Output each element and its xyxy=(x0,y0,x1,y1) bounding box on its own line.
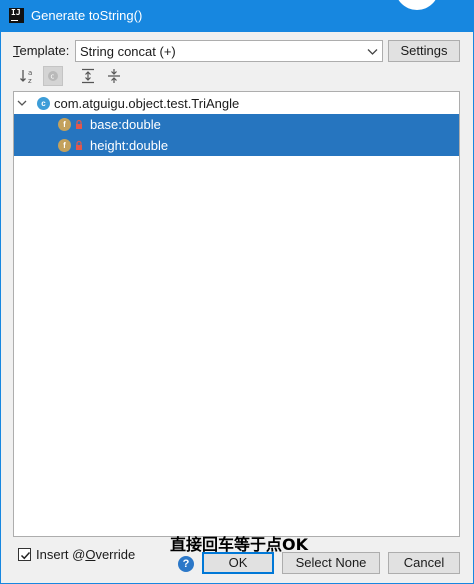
sort-class-icon[interactable]: c xyxy=(43,66,63,86)
field-icon: f xyxy=(58,118,71,131)
lock-icon xyxy=(76,140,82,150)
field-icon: f xyxy=(58,139,71,152)
template-select[interactable]: String concat (+) xyxy=(75,40,383,62)
template-label: Template: xyxy=(13,43,70,58)
svg-text:c: c xyxy=(51,73,55,81)
tree-row-field[interactable]: f height:double xyxy=(14,135,459,156)
lock-icon xyxy=(76,119,82,129)
title-bar[interactable]: IJ Generate toString() xyxy=(0,0,474,32)
svg-text:a: a xyxy=(28,69,32,77)
help-icon[interactable]: ? xyxy=(178,556,194,572)
checkmark-icon xyxy=(20,551,31,560)
field-label: base:double xyxy=(90,117,161,132)
tree-row-field[interactable]: f base:double xyxy=(14,114,459,135)
settings-button[interactable]: Settings xyxy=(388,40,460,62)
title-decoration xyxy=(395,0,439,10)
class-icon: c xyxy=(37,97,50,110)
insert-override-checkbox[interactable] xyxy=(18,548,31,561)
select-none-button[interactable]: Select None xyxy=(282,552,380,574)
tree-row-class[interactable]: c com.atguigu.object.test.TriAngle xyxy=(14,93,459,114)
collapse-all-icon[interactable] xyxy=(104,66,124,86)
chevron-down-icon[interactable] xyxy=(17,98,27,108)
window-border-left xyxy=(0,32,1,584)
chevron-down-icon xyxy=(367,49,378,55)
close-window-area[interactable] xyxy=(444,0,474,32)
window-title: Generate toString() xyxy=(31,8,143,23)
template-selected-value: String concat (+) xyxy=(80,44,176,59)
cancel-button[interactable]: Cancel xyxy=(388,552,460,574)
members-tree[interactable]: c com.atguigu.object.test.TriAngle f bas… xyxy=(13,91,460,537)
intellij-app-icon: IJ xyxy=(9,8,24,23)
field-label: height:double xyxy=(90,138,169,153)
class-name: com.atguigu.object.test.TriAngle xyxy=(54,96,240,111)
ok-button[interactable]: OK xyxy=(202,552,274,574)
svg-text:z: z xyxy=(28,77,32,85)
sort-alpha-icon[interactable]: a z xyxy=(18,66,38,86)
insert-override-label: Insert @Override xyxy=(36,547,136,562)
expand-all-icon[interactable] xyxy=(78,66,98,86)
